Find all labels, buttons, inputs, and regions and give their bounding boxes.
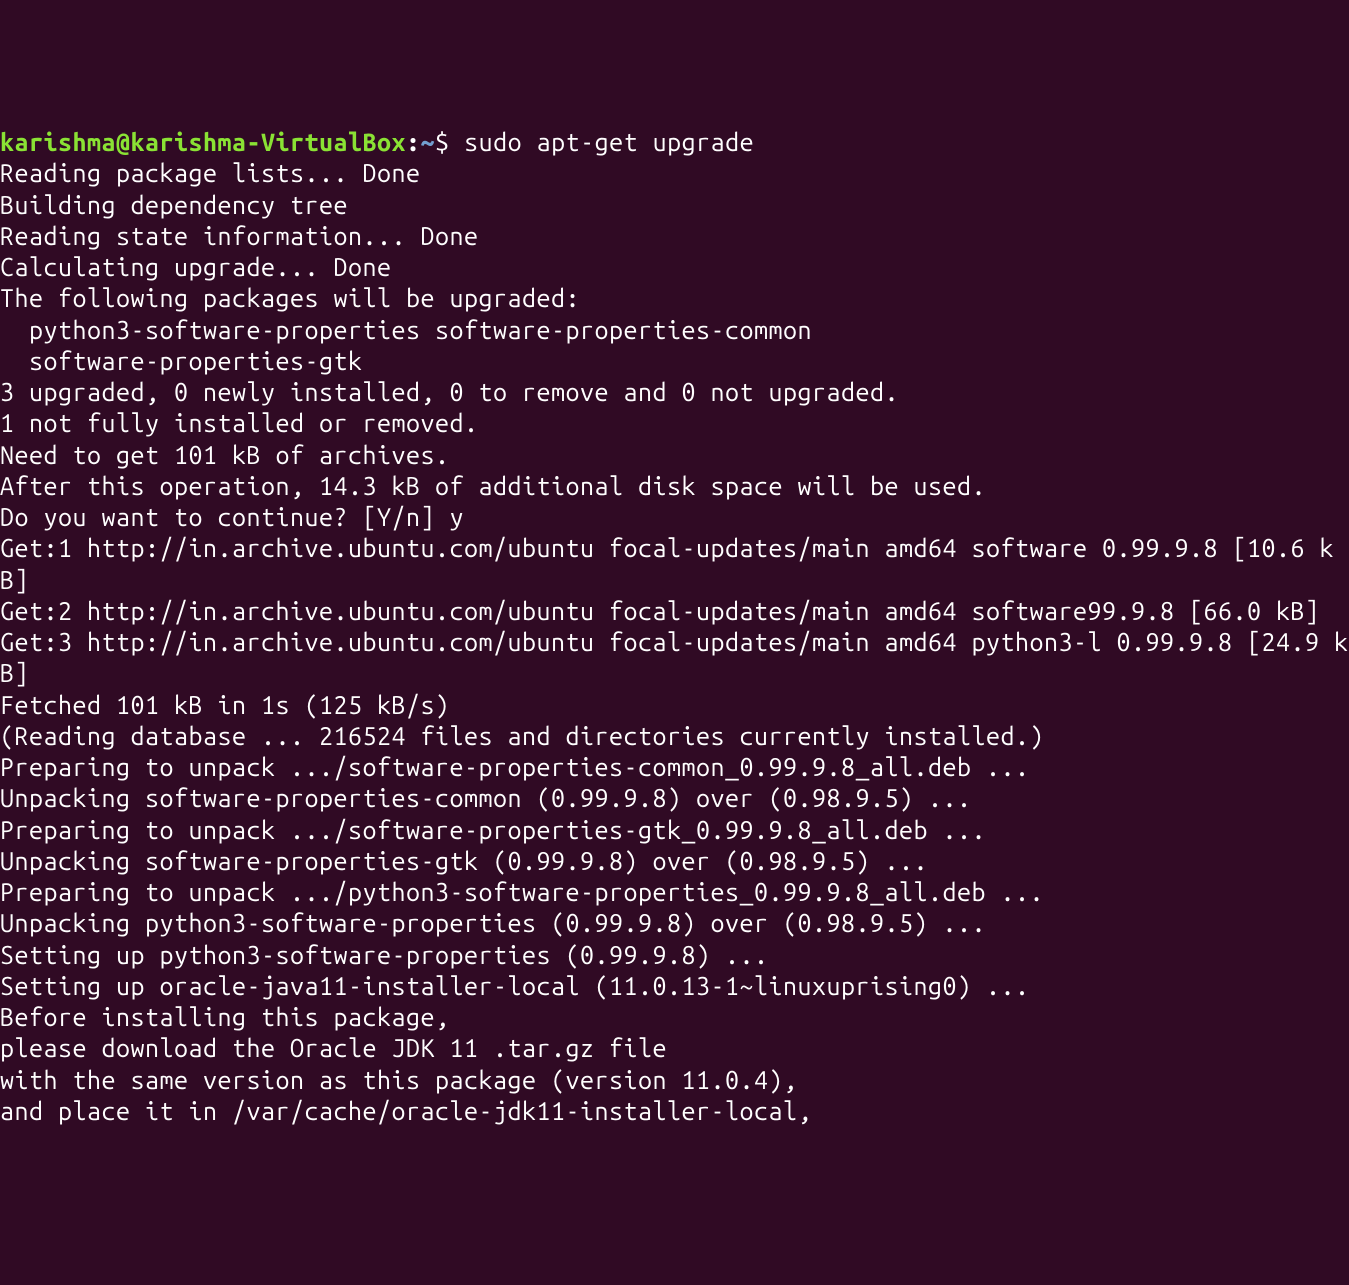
prompt-dollar: $ bbox=[435, 128, 450, 156]
output-line: Preparing to unpack .../python3-software… bbox=[0, 878, 1044, 906]
output-line: 1 not fully installed or removed. bbox=[0, 409, 479, 437]
output-line: Need to get 101 kB of archives. bbox=[0, 441, 450, 469]
output-line: Before installing this package, bbox=[0, 1003, 450, 1031]
output-line: (Reading database ... 216524 files and d… bbox=[0, 722, 1044, 750]
command-input[interactable]: sudo apt-get upgrade bbox=[450, 128, 755, 156]
output-line: Unpacking python3-software-properties (0… bbox=[0, 909, 986, 937]
output-line: Preparing to unpack .../software-propert… bbox=[0, 753, 1030, 781]
output-line: Setting up python3-software-properties (… bbox=[0, 941, 769, 969]
output-line: python3-software-properties software-pro… bbox=[0, 316, 812, 344]
output-line: After this operation, 14.3 kB of additio… bbox=[0, 472, 986, 500]
output-line: please download the Oracle JDK 11 .tar.g… bbox=[0, 1034, 667, 1062]
output-line: Preparing to unpack .../software-propert… bbox=[0, 816, 986, 844]
output-line: Unpacking software-properties-gtk (0.99.… bbox=[0, 847, 928, 875]
output-line: software-properties-gtk bbox=[0, 347, 363, 375]
output-line: Get:1 http://in.archive.ubuntu.com/ubunt… bbox=[0, 534, 1334, 593]
output-line: Do you want to continue? [Y/n] y bbox=[0, 503, 464, 531]
output-line: Reading state information... Done bbox=[0, 222, 479, 250]
output-line: 3 upgraded, 0 newly installed, 0 to remo… bbox=[0, 378, 899, 406]
prompt-path: ~ bbox=[421, 128, 436, 156]
output-line: Fetched 101 kB in 1s (125 kB/s) bbox=[0, 691, 450, 719]
prompt-colon: : bbox=[406, 128, 421, 156]
output-line: Building dependency tree bbox=[0, 191, 348, 219]
terminal-window[interactable]: karishma@karishma-VirtualBox:~$ sudo apt… bbox=[0, 127, 1349, 1127]
output-line: Calculating upgrade... Done bbox=[0, 253, 392, 281]
output-line: Unpacking software-properties-common (0.… bbox=[0, 784, 972, 812]
prompt-user-host: karishma@karishma-VirtualBox bbox=[0, 128, 406, 156]
output-line: The following packages will be upgraded: bbox=[0, 284, 580, 312]
output-line: Get:2 http://in.archive.ubuntu.com/ubunt… bbox=[0, 597, 1320, 625]
output-line: Reading package lists... Done bbox=[0, 159, 421, 187]
output-line: Get:3 http://in.archive.ubuntu.com/ubunt… bbox=[0, 628, 1349, 687]
output-line: and place it in /var/cache/oracle-jdk11-… bbox=[0, 1097, 812, 1125]
output-line: Setting up oracle-java11-installer-local… bbox=[0, 972, 1030, 1000]
output-line: with the same version as this package (v… bbox=[0, 1066, 798, 1094]
